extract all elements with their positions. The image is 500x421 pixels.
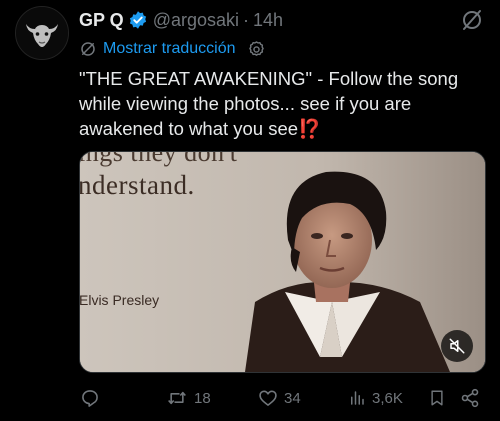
mute-button[interactable] bbox=[441, 330, 473, 362]
reply-icon bbox=[82, 390, 98, 407]
show-translation-link[interactable]: Mostrar traducción bbox=[103, 40, 236, 58]
bookmark-icon bbox=[431, 390, 443, 406]
bar-chart-icon bbox=[351, 391, 364, 405]
author-name[interactable]: GP Q bbox=[79, 10, 124, 31]
tweet-text: "THE GREAT AWAKENING" - Follow the song … bbox=[79, 66, 491, 141]
verified-badge-icon[interactable] bbox=[128, 10, 148, 30]
video-player[interactable]: ings they don't nderstand. Elvis Presley bbox=[79, 151, 486, 373]
exclamation-question-emoji: ⁉️ bbox=[298, 118, 322, 139]
grok-icon[interactable] bbox=[460, 8, 484, 37]
views-count: 3,6K bbox=[372, 389, 403, 407]
action-bar: 18 34 3,6K bbox=[70, 384, 490, 412]
media-caption-line1: ings they don't bbox=[79, 151, 238, 167]
translate-icon bbox=[79, 40, 97, 58]
tweet-header: GP Q @argosaki · 14h bbox=[79, 8, 484, 32]
retweet-count: 18 bbox=[194, 389, 211, 407]
media-caption-line2: nderstand. bbox=[79, 170, 195, 200]
retweet-button[interactable]: 18 bbox=[166, 384, 211, 412]
views-button[interactable]: 3,6K bbox=[348, 384, 403, 412]
heart-icon bbox=[259, 390, 277, 406]
share-icon bbox=[461, 388, 479, 408]
retweet-icon bbox=[168, 391, 186, 405]
separator-dot: · bbox=[243, 9, 249, 30]
reply-button[interactable] bbox=[80, 384, 106, 412]
muted-speaker-icon bbox=[449, 338, 465, 354]
avatar[interactable] bbox=[15, 6, 69, 60]
translate-row: Mostrar traducción bbox=[79, 38, 266, 60]
bookmark-button[interactable] bbox=[428, 384, 446, 412]
media-caption-name: Elvis Presley bbox=[79, 292, 160, 308]
share-button[interactable] bbox=[460, 384, 480, 412]
tweet-time[interactable]: 14h bbox=[253, 10, 283, 31]
like-count: 34 bbox=[284, 389, 301, 407]
bull-skull-icon bbox=[16, 7, 68, 59]
author-handle[interactable]: @argosaki bbox=[153, 10, 239, 31]
tweet-body: "THE GREAT AWAKENING" - Follow the song … bbox=[79, 68, 464, 139]
gear-icon[interactable] bbox=[247, 40, 266, 59]
like-button[interactable]: 34 bbox=[258, 384, 301, 412]
